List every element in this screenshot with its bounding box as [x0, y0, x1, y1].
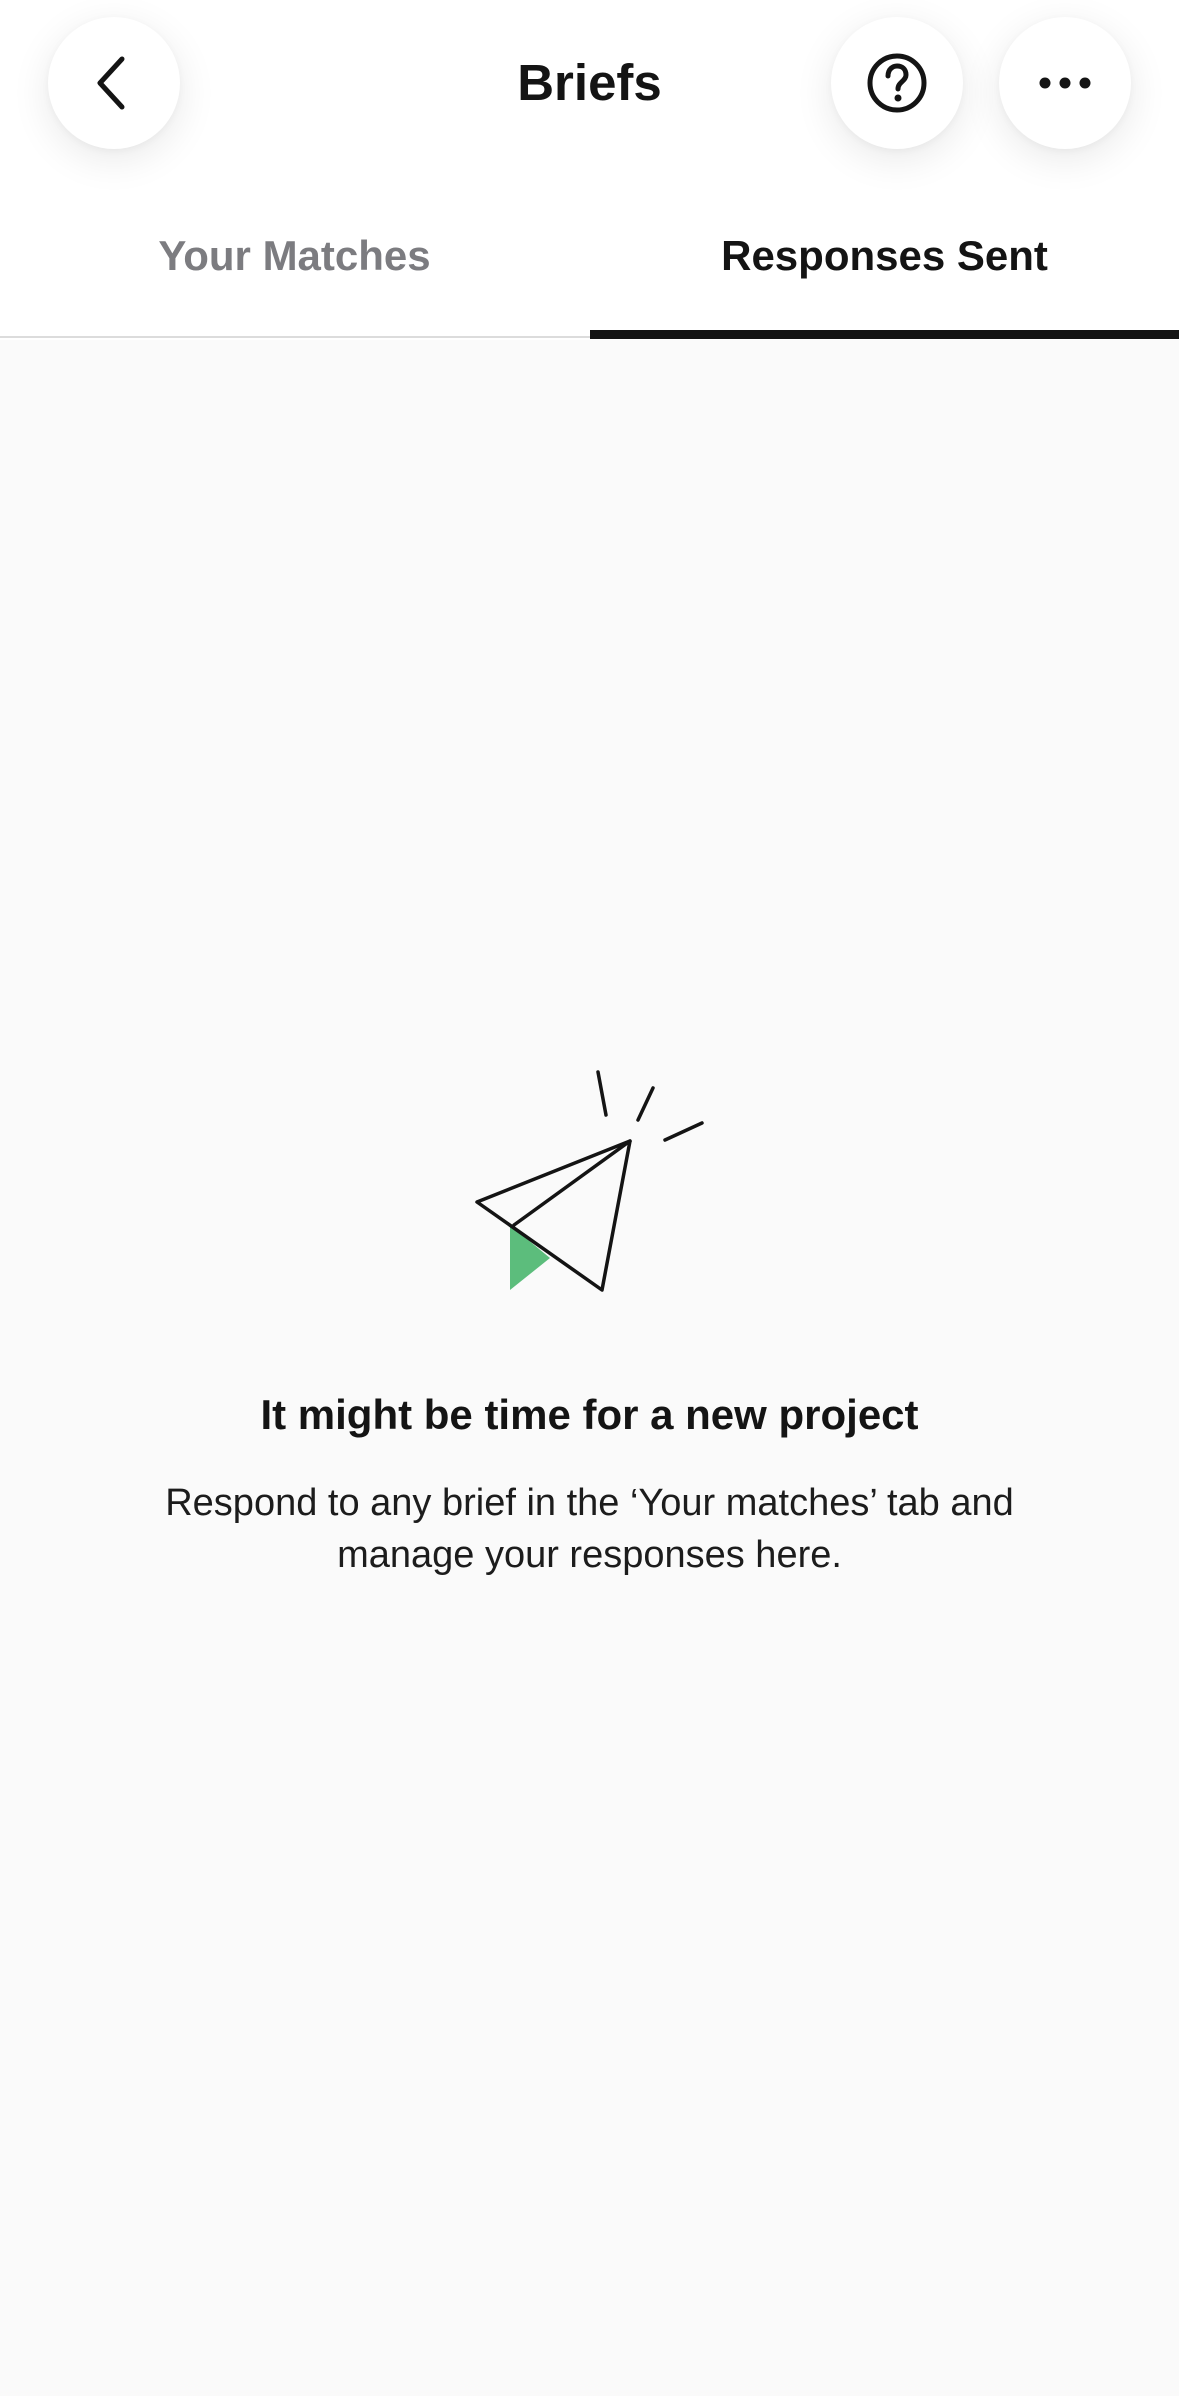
empty-state-title: It might be time for a new project: [260, 1391, 919, 1438]
paper-plane-icon: [475, 1070, 704, 1292]
question-circle-icon: [867, 53, 927, 113]
empty-state-illustration: [459, 1060, 719, 1300]
more-options-button[interactable]: [999, 17, 1131, 149]
more-horizontal-icon: [1039, 77, 1091, 89]
tab-label: Responses Sent: [721, 232, 1048, 279]
tab-label: Your Matches: [158, 232, 431, 279]
help-button[interactable]: [831, 17, 963, 149]
active-tab-indicator: [590, 330, 1179, 339]
tab-bar: Your Matches Responses Sent: [0, 200, 1179, 340]
empty-state-description: Respond to any brief in the ‘Your matche…: [165, 1482, 1014, 1576]
app-header: Briefs Your Matches Responses Sent: [0, 0, 1179, 340]
tab-responses-sent[interactable]: Responses Sent: [590, 200, 1179, 340]
tab-your-matches[interactable]: Your Matches: [0, 200, 589, 340]
